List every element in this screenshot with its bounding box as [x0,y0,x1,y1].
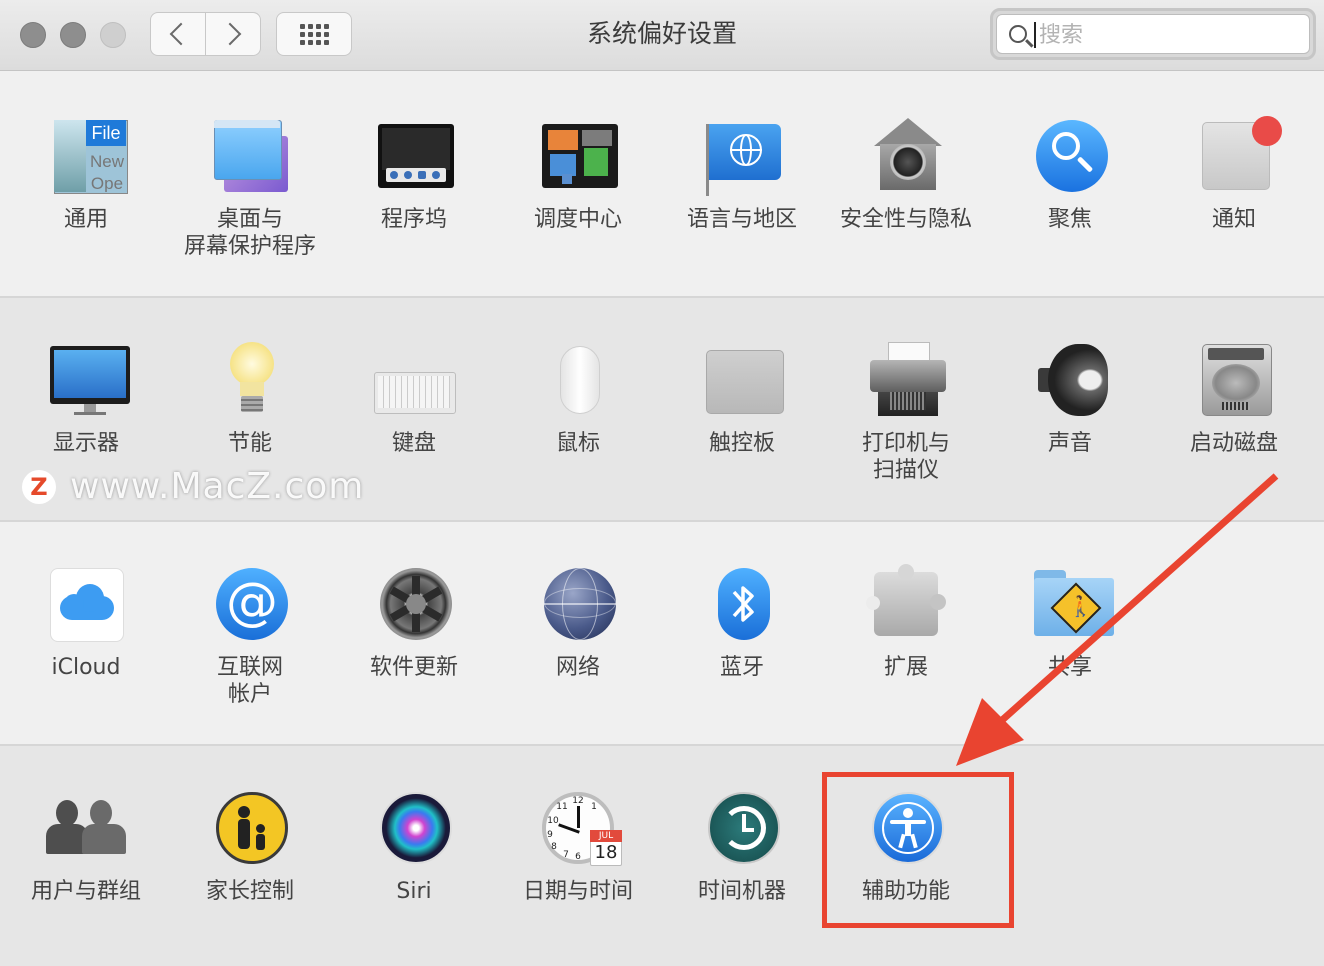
annotation-highlight-box [822,772,1014,928]
annotation-arrow [956,473,1279,766]
